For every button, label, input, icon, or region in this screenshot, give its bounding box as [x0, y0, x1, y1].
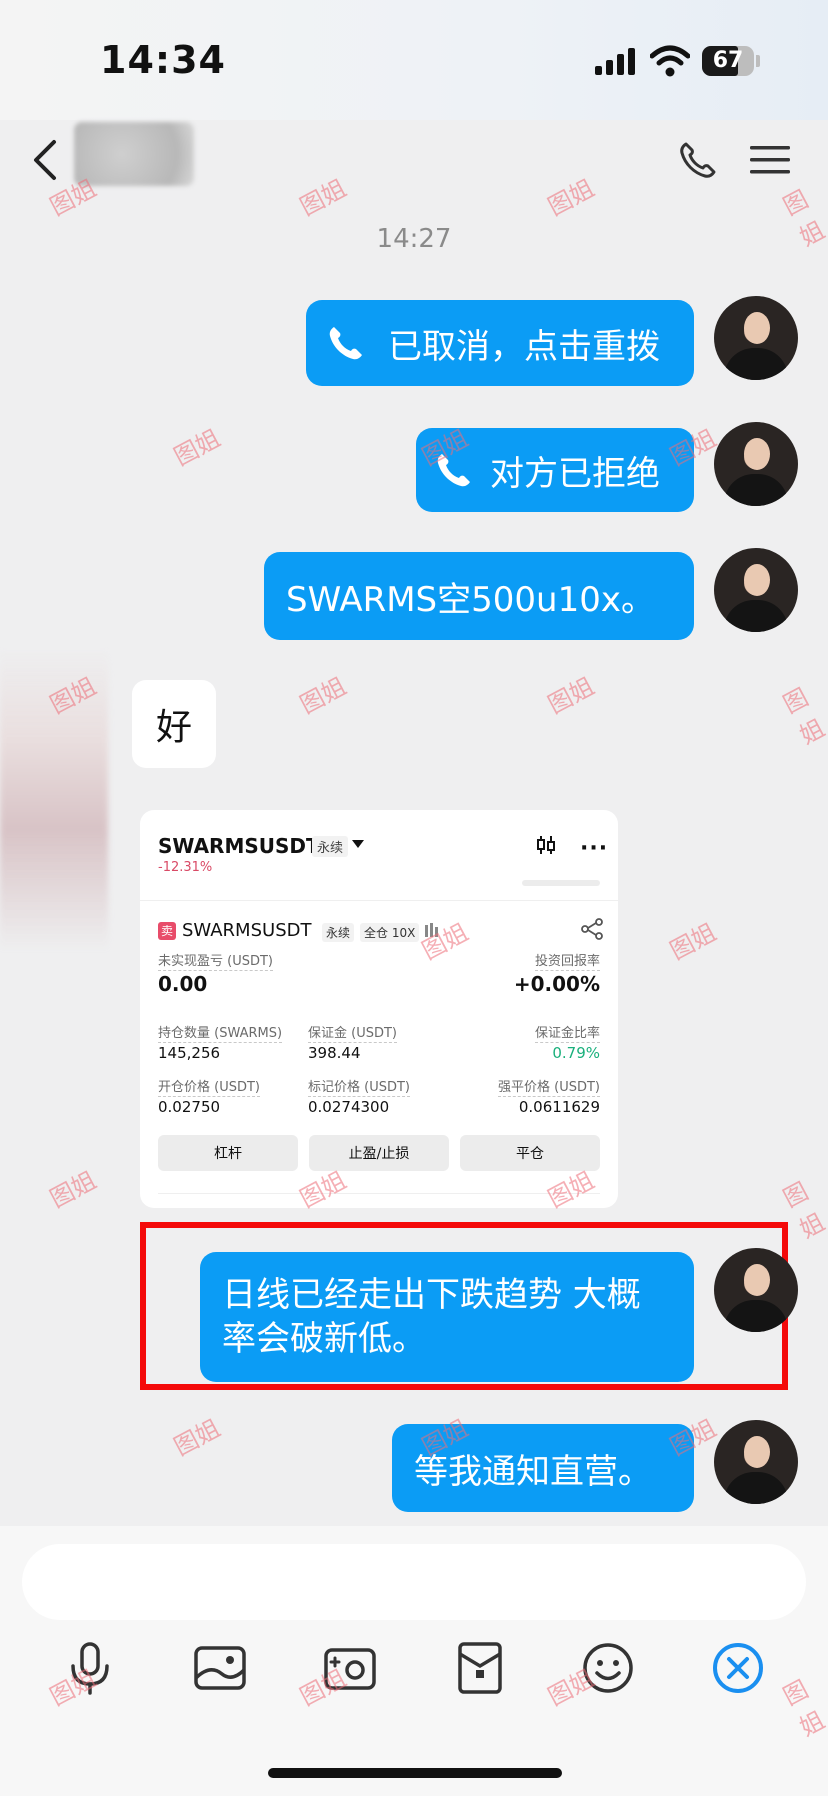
- position-bars-icon: [425, 923, 438, 937]
- position-type-tag: 永续: [322, 923, 355, 942]
- divider: [158, 1193, 600, 1194]
- watermark: 图姐: [169, 1414, 225, 1462]
- battery-percent: 67: [712, 48, 744, 73]
- user-avatar[interactable]: [714, 422, 798, 506]
- message-text: SWARMS空500u10x。: [286, 579, 655, 620]
- watermark: 图姐: [295, 672, 351, 720]
- message-bubble[interactable]: 等我通知直营。: [392, 1424, 694, 1512]
- leverage-button[interactable]: 杠杆: [158, 1135, 298, 1171]
- more-options-icon[interactable]: ···: [580, 836, 608, 861]
- card-change: -12.31%: [158, 860, 213, 875]
- message-text: 已取消，点击重拨: [388, 326, 660, 367]
- phone-icon[interactable]: [678, 140, 718, 180]
- watermark: 图姐: [543, 174, 599, 222]
- position-symbol: SWARMSUSDT: [182, 920, 312, 941]
- unrealized-pnl-label: 未实现盈亏 (USDT): [158, 950, 273, 971]
- call-cancelled-bubble[interactable]: 已取消，点击重拨: [306, 300, 694, 386]
- battery-tip: [756, 55, 760, 67]
- liquidation-price-value: 0.0611629: [518, 1098, 600, 1116]
- watermark: 图姐: [295, 174, 351, 222]
- status-time: 14:34: [100, 38, 226, 82]
- watermark: 图姐: [169, 424, 225, 472]
- position-margin-tag: 全仓 10X: [360, 923, 420, 942]
- phone-icon: [437, 454, 470, 487]
- user-avatar[interactable]: [714, 1248, 798, 1332]
- menu-icon[interactable]: [750, 144, 790, 176]
- liquidation-price-label: 强平价格 (USDT): [498, 1076, 600, 1097]
- camera-icon[interactable]: [322, 1640, 378, 1696]
- size-value: 145,256: [158, 1044, 221, 1062]
- trade-position-card[interactable]: SWARMSUSDT 永续 -12.31% ··· 卖 SWARMSUSDT 永…: [140, 810, 618, 1208]
- microphone-icon[interactable]: [62, 1640, 118, 1696]
- watermark: 图姐: [543, 672, 599, 720]
- highlight-box: [140, 1222, 788, 1390]
- unrealized-pnl-value: 0.00: [158, 972, 208, 996]
- sell-badge: 卖: [158, 922, 176, 940]
- watermark: 图姐: [665, 918, 721, 966]
- margin-label: 保证金 (USDT): [308, 1022, 397, 1043]
- back-arrow-icon[interactable]: [30, 138, 60, 182]
- emoji-icon[interactable]: [580, 1640, 636, 1696]
- dropdown-caret-icon[interactable]: [352, 840, 364, 848]
- user-avatar[interactable]: [714, 296, 798, 380]
- message-bubble[interactable]: SWARMS空500u10x。: [264, 552, 694, 640]
- close-circle-icon[interactable]: [710, 1640, 766, 1696]
- message-timestamp: 14:27: [376, 224, 452, 254]
- margin-ratio-value: 0.79%: [552, 1044, 600, 1062]
- size-label: 持仓数量 (SWARMS): [158, 1022, 283, 1043]
- red-packet-icon[interactable]: [452, 1640, 508, 1696]
- close-position-button[interactable]: 平仓: [460, 1135, 600, 1171]
- tpsl-button[interactable]: 止盈/止损: [309, 1135, 449, 1171]
- candlestick-icon[interactable]: [535, 834, 557, 856]
- watermark: 图姐: [778, 683, 828, 750]
- roi-value: +0.00%: [513, 972, 600, 996]
- entry-price-value: 0.02750: [158, 1098, 221, 1116]
- margin-ratio-label: 保证金比率: [534, 1022, 600, 1043]
- message-input[interactable]: [22, 1544, 806, 1620]
- message-text: 对方已拒绝: [490, 453, 660, 494]
- message-text: 等我通知直营。: [414, 1451, 652, 1492]
- share-icon[interactable]: [580, 918, 604, 940]
- watermark: 图姐: [45, 1166, 101, 1214]
- divider: [140, 900, 618, 901]
- phone-icon: [329, 327, 362, 360]
- mark-price-value: 0.0274300: [308, 1098, 390, 1116]
- wifi-icon: [650, 45, 690, 77]
- card-contract-tag: 永续: [312, 836, 349, 857]
- cellular-signal-icon: [595, 48, 635, 75]
- entry-price-label: 开仓价格 (USDT): [158, 1076, 260, 1097]
- image-icon[interactable]: [192, 1640, 248, 1696]
- home-indicator[interactable]: [268, 1768, 562, 1778]
- user-avatar[interactable]: [714, 1420, 798, 1504]
- card-symbol: SWARMSUSDT: [158, 834, 320, 858]
- user-avatar[interactable]: [714, 548, 798, 632]
- card-scroll-indicator: [522, 880, 600, 886]
- call-rejected-bubble[interactable]: 对方已拒绝: [416, 428, 694, 512]
- background-art: [0, 650, 108, 950]
- roi-label: 投资回报率: [534, 950, 600, 971]
- message-text: 好: [155, 707, 192, 748]
- margin-value: 398.44: [308, 1044, 361, 1062]
- contact-avatar[interactable]: [74, 122, 194, 186]
- mark-price-label: 标记价格 (USDT): [308, 1076, 410, 1097]
- reply-bubble[interactable]: 好: [132, 680, 216, 768]
